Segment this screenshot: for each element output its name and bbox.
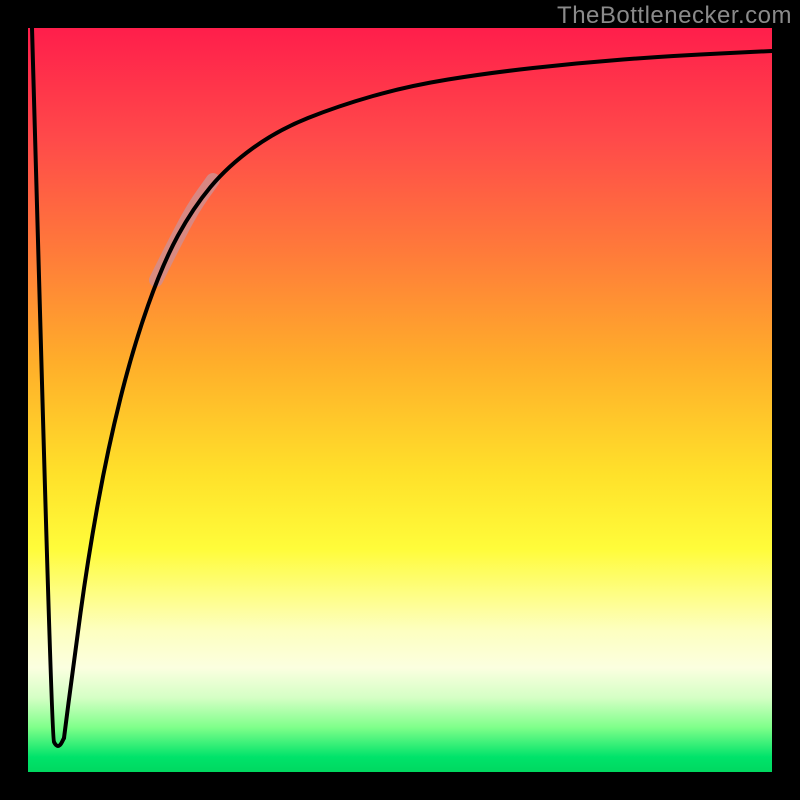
credit-text: TheBottlenecker.com bbox=[557, 2, 792, 30]
left-drop-path bbox=[32, 28, 64, 746]
rise-curve-path bbox=[64, 51, 772, 738]
curve-svg bbox=[28, 28, 772, 772]
plot-area bbox=[28, 28, 772, 772]
chart-container: TheBottlenecker.com bbox=[0, 0, 800, 800]
